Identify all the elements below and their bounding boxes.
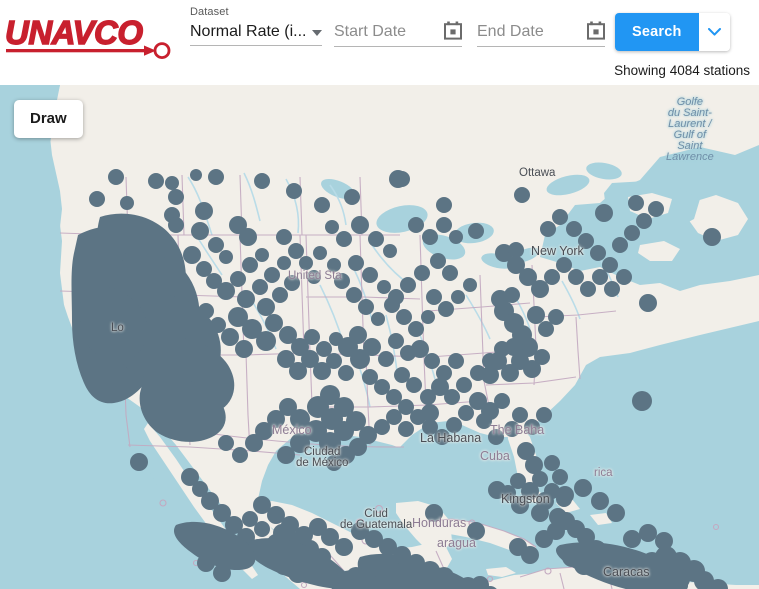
search-dropdown-button[interactable] [698,13,730,51]
dataset-value: Normal Rate (i... [190,23,307,40]
app-header: UNAVCO Dataset Normal Rate (i... Start D… [0,0,759,85]
start-date-field[interactable]: Start Date [334,17,462,51]
dataset-label: Dataset [190,6,229,18]
draw-button[interactable]: Draw [14,100,83,138]
search-button[interactable]: Search [615,13,699,51]
calendar-icon[interactable] [587,21,605,45]
end-date-field[interactable]: End Date [477,17,605,51]
dataset-select[interactable]: Normal Rate (i... [190,22,322,46]
station-map[interactable]: Golfe du Saint- Laurent / Gulf of Saint … [0,85,759,589]
start-date-row[interactable]: Start Date [334,17,462,47]
status-station-count: Showing 4084 stations [614,63,750,78]
end-date-row[interactable]: End Date [477,17,605,47]
dataset-field[interactable]: Dataset Normal Rate (i... [190,6,322,46]
end-date-input[interactable]: End Date [477,22,544,41]
chevron-down-icon [312,30,322,36]
unavco-logo[interactable]: UNAVCO [4,14,176,60]
search-button-group[interactable]: Search [615,13,730,51]
svg-text:UNAVCO: UNAVCO [5,14,143,51]
chevron-down-icon [707,28,721,36]
map-canvas [0,85,759,589]
start-date-input[interactable]: Start Date [334,22,406,41]
application-root: UNAVCO Dataset Normal Rate (i... Start D… [0,0,759,589]
calendar-icon[interactable] [444,21,462,45]
